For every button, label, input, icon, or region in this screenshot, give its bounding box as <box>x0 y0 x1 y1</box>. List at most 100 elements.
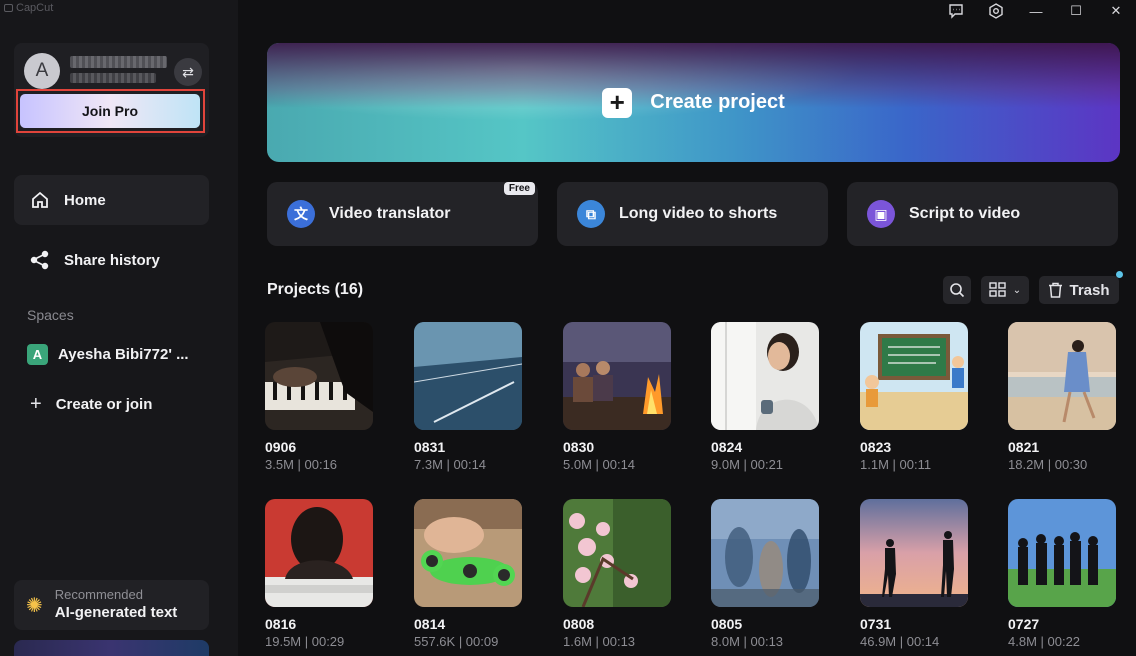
shorts-icon: ⧉ <box>577 200 605 228</box>
project-meta: 1.1M | 00:11 <box>860 457 932 472</box>
nav-share-history[interactable]: Share history <box>14 235 209 285</box>
script-to-video-button[interactable]: ▣ Script to video <box>847 182 1118 246</box>
project-card[interactable]: 0823 1.1M | 00:11 <box>860 322 968 474</box>
project-card[interactable]: 0727 4.8M | 00:22 <box>1008 499 1116 651</box>
minimize-icon: — <box>1029 3 1043 19</box>
grid-view-icon <box>989 282 1006 297</box>
project-meta: 46.9M | 00:14 <box>860 634 940 649</box>
script-icon: ▣ <box>867 200 895 228</box>
project-meta: 4.8M | 00:22 <box>1008 634 1081 649</box>
app-title: CapCut <box>16 2 54 14</box>
account-card: A ⇄ Join Pro <box>14 43 209 137</box>
project-name: 0816 <box>265 616 297 632</box>
lightbulb-icon: ✺ <box>26 594 43 617</box>
switch-account-button[interactable]: ⇄ <box>174 58 202 86</box>
project-thumbnail <box>265 322 373 430</box>
project-name: 0808 <box>563 616 595 632</box>
project-card[interactable]: 0805 8.0M | 00:13 <box>711 499 819 651</box>
project-card[interactable]: 0731 46.9M | 00:14 <box>860 499 968 651</box>
view-toggle-button[interactable]: ⌄ <box>981 276 1029 304</box>
settings-icon <box>989 3 1003 19</box>
recommended-title: AI-generated text <box>54 604 178 621</box>
join-pro-button[interactable]: Join Pro <box>20 94 200 128</box>
plus-icon: + <box>30 393 42 415</box>
avatar[interactable]: A <box>24 53 60 89</box>
swap-icon: ⇄ <box>182 63 194 80</box>
project-name: 0823 <box>860 439 892 455</box>
app-logo: CapCut <box>4 2 53 14</box>
search-button[interactable] <box>943 276 971 304</box>
search-icon <box>950 283 965 298</box>
promo-banner[interactable] <box>14 640 209 656</box>
window-controls: — ☐ ✕ <box>936 0 1136 22</box>
projects-title: Projects (16) <box>267 281 364 298</box>
feedback-icon <box>949 4 963 19</box>
create-project-banner[interactable]: + Create project <box>267 43 1120 162</box>
project-name: 0805 <box>711 616 743 632</box>
project-thumbnail <box>860 499 968 607</box>
project-thumbnail <box>1008 499 1116 607</box>
close-button[interactable]: ✕ <box>1096 0 1136 22</box>
sidebar: A ⇄ Join Pro Home Share history Spaces A… <box>0 0 238 656</box>
account-name-redacted <box>70 56 167 68</box>
project-meta: 8.0M | 00:13 <box>711 634 784 649</box>
project-card[interactable]: 0814 557.6K | 00:09 <box>414 499 522 651</box>
settings-button[interactable] <box>976 0 1016 22</box>
project-name: 0821 <box>1008 439 1040 455</box>
script-to-video-label: Script to video <box>909 205 1021 222</box>
project-meta: 1.6M | 00:13 <box>563 634 636 649</box>
recommended-card[interactable]: ✺ Recommended AI-generated text <box>14 580 209 630</box>
project-thumbnail <box>563 322 671 430</box>
project-card[interactable]: 0816 19.5M | 00:29 <box>265 499 373 651</box>
space-item[interactable]: A Ayesha Bibi772' ... <box>27 343 207 365</box>
project-thumbnail <box>414 322 522 430</box>
create-or-join-label: Create or join <box>55 396 153 413</box>
nav-home[interactable]: Home <box>14 175 209 225</box>
project-name: 0830 <box>563 439 595 455</box>
project-card[interactable]: 0830 5.0M | 00:14 <box>563 322 671 474</box>
project-name: 0731 <box>860 616 892 632</box>
project-meta: 7.3M | 00:14 <box>414 457 487 472</box>
project-card[interactable]: 0906 3.5M | 00:16 <box>265 322 373 474</box>
maximize-button[interactable]: ☐ <box>1056 0 1096 22</box>
free-badge: Free <box>503 182 535 195</box>
notification-dot <box>1116 271 1123 278</box>
minimize-button[interactable]: — <box>1016 0 1056 22</box>
create-or-join-button[interactable]: + Create or join <box>30 393 152 416</box>
project-thumbnail <box>860 322 968 430</box>
project-meta: 9.0M | 00:21 <box>711 457 784 472</box>
project-name: 0906 <box>265 439 297 455</box>
home-icon <box>32 191 48 208</box>
long-video-to-shorts-button[interactable]: ⧉ Long video to shorts <box>557 182 828 246</box>
capcut-logo-icon <box>4 4 13 12</box>
video-translator-button[interactable]: 文 Video translator Free <box>267 182 538 246</box>
project-meta: 18.2M | 00:30 <box>1008 457 1088 472</box>
nav-home-label: Home <box>64 191 106 209</box>
project-meta: 3.5M | 00:16 <box>265 457 338 472</box>
create-project-label: Create project <box>650 91 785 113</box>
project-card[interactable]: 0808 1.6M | 00:13 <box>563 499 671 651</box>
project-name: 0831 <box>414 439 446 455</box>
project-thumbnail <box>414 499 522 607</box>
trash-button[interactable]: Trash <box>1039 276 1119 304</box>
project-card[interactable]: 0821 18.2M | 00:30 <box>1008 322 1116 474</box>
project-card[interactable]: 0824 9.0M | 00:21 <box>711 322 819 474</box>
project-name: 0814 <box>414 616 446 632</box>
project-thumbnail <box>1008 322 1116 430</box>
trash-label: Trash <box>1069 281 1110 299</box>
close-icon: ✕ <box>1110 3 1122 18</box>
trash-icon <box>1049 282 1063 298</box>
share-icon <box>30 250 49 270</box>
account-id-redacted <box>70 73 156 83</box>
maximize-icon: ☐ <box>1070 3 1082 18</box>
project-meta: 5.0M | 00:14 <box>563 457 636 472</box>
chevron-down-icon: ⌄ <box>1012 284 1022 296</box>
space-badge: A <box>27 343 48 365</box>
project-meta: 557.6K | 00:09 <box>414 634 499 649</box>
project-card[interactable]: 0831 7.3M | 00:14 <box>414 322 522 474</box>
project-name: 0727 <box>1008 616 1040 632</box>
spaces-label: Spaces <box>27 307 74 323</box>
long-video-to-shorts-label: Long video to shorts <box>619 205 778 222</box>
project-thumbnail <box>711 499 819 607</box>
feedback-button[interactable] <box>936 0 976 22</box>
